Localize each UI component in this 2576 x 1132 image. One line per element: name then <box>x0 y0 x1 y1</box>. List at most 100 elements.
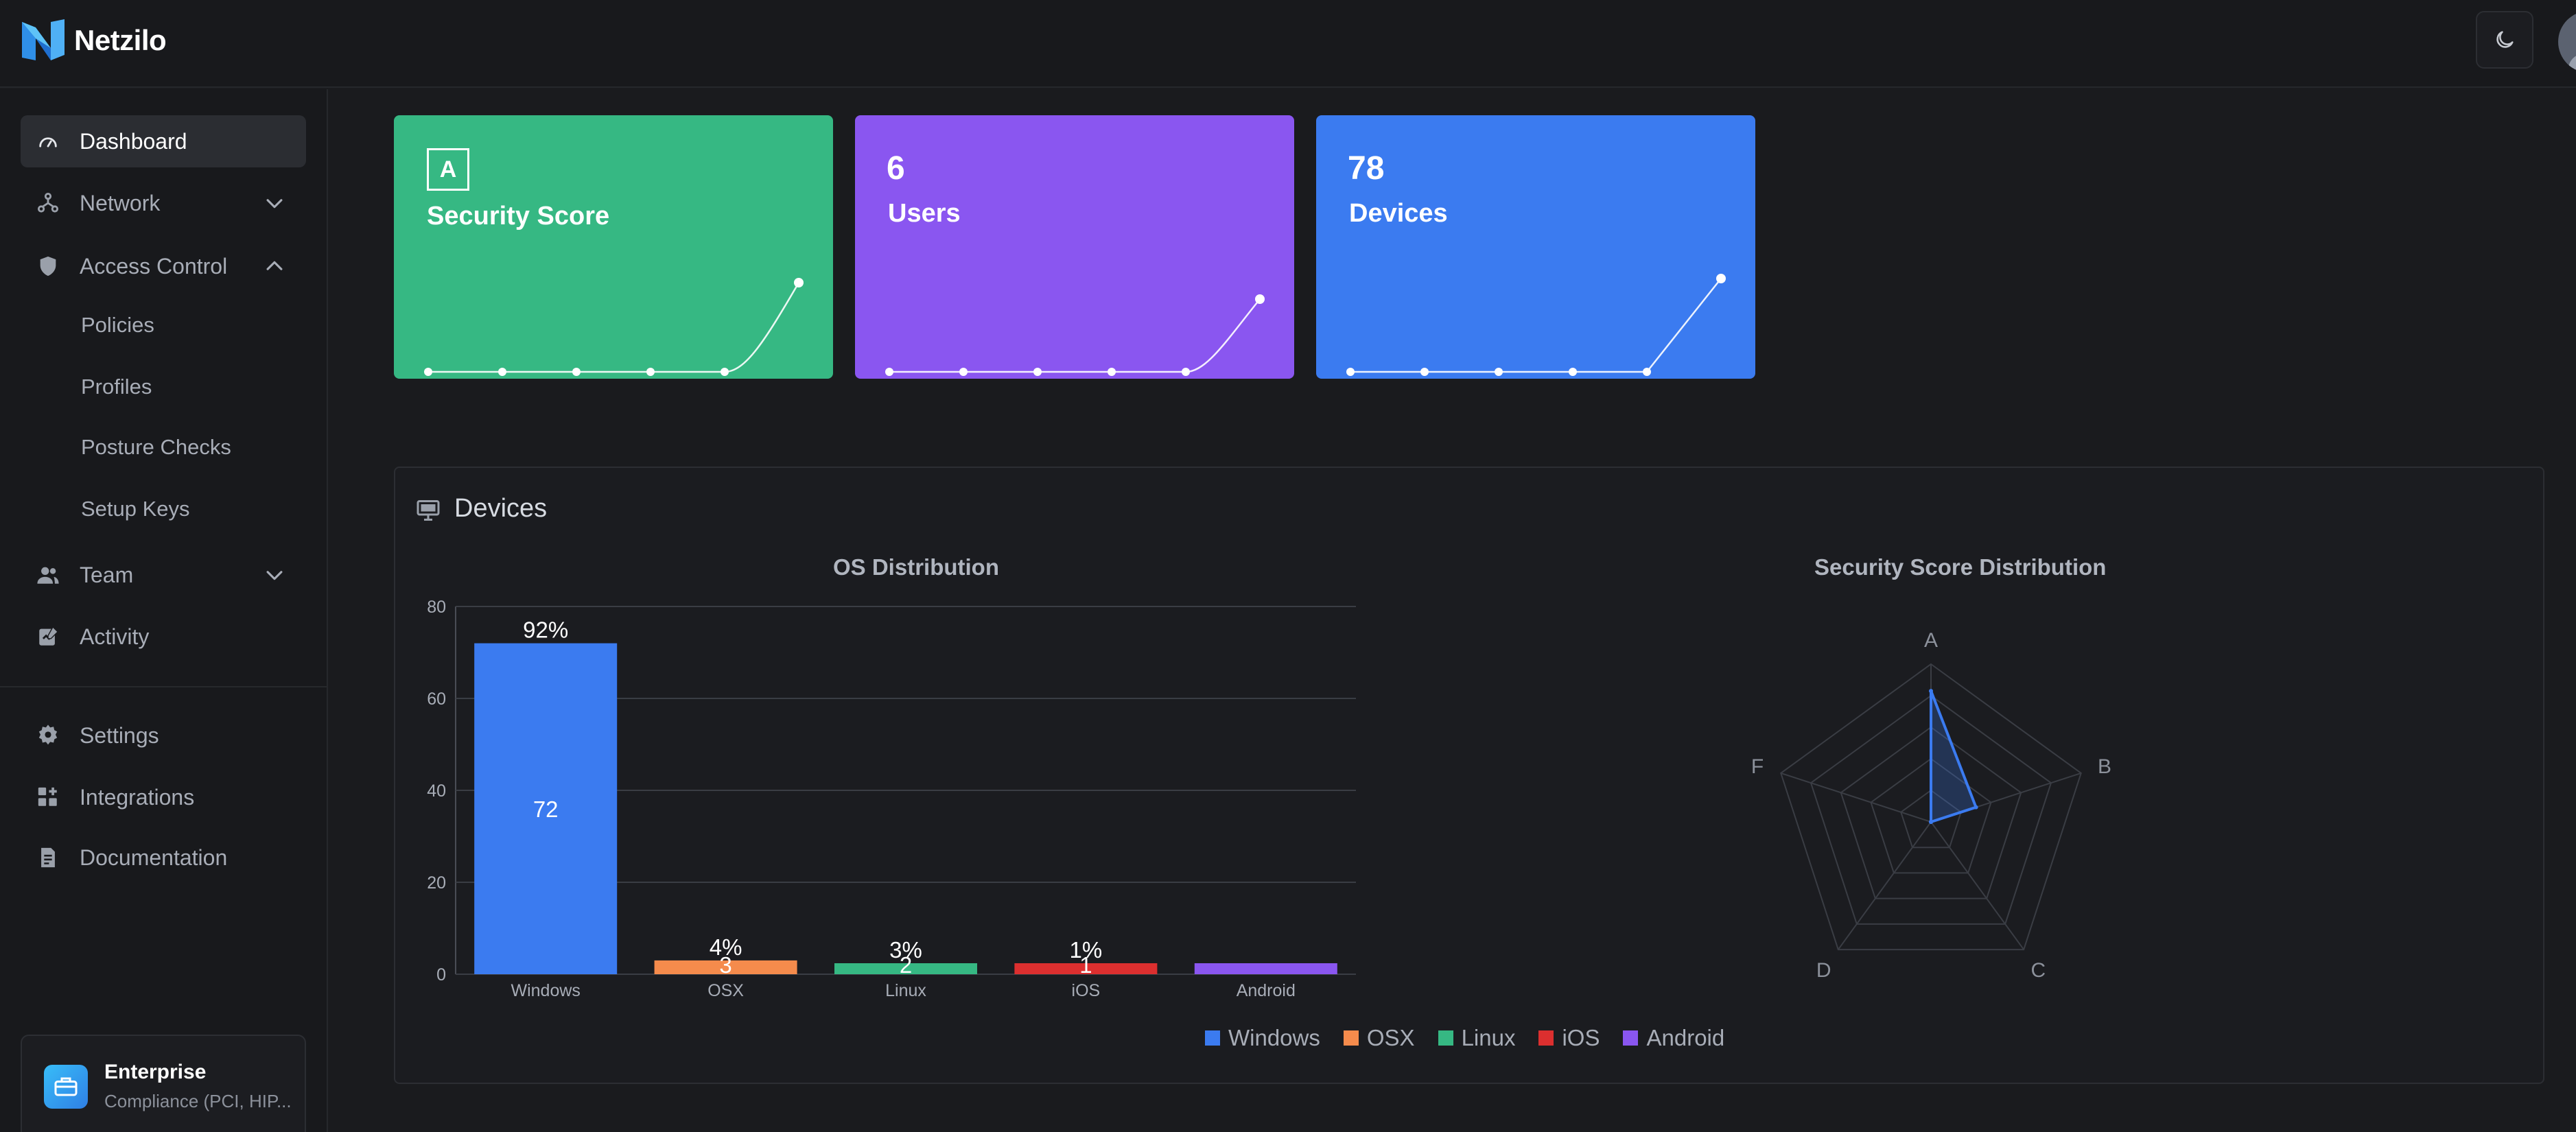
plan-card[interactable]: Enterprise Compliance (PCI, HIP... <box>21 1035 306 1132</box>
y-tick-label: 60 <box>427 689 446 709</box>
document-icon <box>36 845 60 870</box>
x-tick-label: Windows <box>511 981 580 996</box>
os-distribution-chart: 020406080Windows92%72OSX4%3Linux3%2iOS1%… <box>427 598 1356 996</box>
legend-label: iOS <box>1562 1025 1600 1050</box>
y-tick-label: 40 <box>427 781 446 801</box>
users-label: Users <box>888 199 961 228</box>
legend-label: OSX <box>1366 1025 1415 1050</box>
radar-axis-label: B <box>2098 755 2111 778</box>
y-tick-label: 80 <box>427 598 446 617</box>
moon-icon <box>2496 31 2514 48</box>
sidebar-item-label: Access Control <box>80 253 228 279</box>
devices-panel-title: Devices <box>454 494 548 523</box>
theme-toggle-button[interactable] <box>2476 11 2533 69</box>
radar-axis-label: C <box>2031 959 2046 982</box>
briefcase-icon <box>44 1065 88 1109</box>
x-tick-label: iOS <box>1072 981 1101 996</box>
chevron-down-icon[interactable] <box>261 189 288 217</box>
radar-point[interactable] <box>1929 820 1933 824</box>
sidebar-subitem-setup-keys[interactable]: Setup Keys <box>81 497 190 521</box>
sidebar-item-integrations[interactable]: Integrations <box>21 771 306 823</box>
security-score-radar-chart: A B C D F <box>1751 629 2111 982</box>
security-score-label: Security Score <box>427 202 610 231</box>
sidebar-item-team[interactable]: Team <box>21 549 306 601</box>
radar-point[interactable] <box>1974 805 1978 810</box>
radar-axis-label: F <box>1751 755 1764 778</box>
sidebar-item-label: Activity <box>80 624 150 649</box>
security-grade-badge: A <box>427 148 469 191</box>
users-sparkline <box>885 294 1265 376</box>
bar-percent-label: 92% <box>523 617 568 643</box>
legend-swatch <box>1205 1030 1220 1046</box>
security-score-card[interactable]: A Security Score <box>394 115 833 379</box>
gauge-icon <box>36 129 60 154</box>
sidebar-item-label: Settings <box>80 722 159 748</box>
devices-label: Devices <box>1349 199 1448 228</box>
users-card[interactable]: 6 Users <box>855 115 1294 379</box>
legend-item-ios[interactable]: iOS <box>1538 1025 1600 1051</box>
legend-label: Linux <box>1461 1025 1516 1050</box>
netzilo-logo-icon <box>22 19 65 60</box>
sidebar-item-access-control[interactable]: Access Control <box>21 240 306 292</box>
team-icon <box>36 563 60 587</box>
sidebar-item-label: Network <box>80 190 161 215</box>
legend-swatch <box>1623 1030 1639 1046</box>
network-icon <box>36 191 60 215</box>
shield-icon <box>36 254 60 279</box>
legend-label: Windows <box>1228 1025 1320 1050</box>
sidebar-divider <box>0 686 327 687</box>
user-avatar-icon <box>2568 56 2576 73</box>
bar-count-label: 1 <box>1079 952 1092 978</box>
top-bar: Netzilo <box>0 0 2576 88</box>
radar-axis-label: A <box>1924 629 1938 652</box>
radar-spoke <box>1930 821 2024 950</box>
os-legend: Windows OSX Linux iOS Android <box>1205 1025 1748 1051</box>
legend-swatch <box>1343 1030 1359 1046</box>
plan-subtitle: Compliance (PCI, HIP... <box>104 1091 292 1111</box>
bar-android[interactable] <box>1194 963 1337 974</box>
legend-item-osx[interactable]: OSX <box>1343 1025 1415 1051</box>
gear-icon <box>36 723 60 748</box>
sidebar-subitem-posture-checks[interactable]: Posture Checks <box>81 435 231 460</box>
devices-count: 78 <box>1348 150 1385 187</box>
sidebar-item-label: Documentation <box>80 845 228 870</box>
bar-count-label: 72 <box>533 797 559 822</box>
sidebar-item-label: Dashboard <box>80 128 187 154</box>
plan-title: Enterprise <box>104 1061 207 1083</box>
sidebar-item-label: Team <box>80 562 134 587</box>
user-avatar[interactable] <box>2558 11 2576 73</box>
chevron-down-icon[interactable] <box>261 561 288 589</box>
legend-item-windows[interactable]: Windows <box>1205 1025 1320 1051</box>
app-logo[interactable]: Netzilo <box>21 18 167 63</box>
legend-item-android[interactable]: Android <box>1623 1025 1724 1051</box>
monitor-icon <box>417 500 440 521</box>
sidebar-item-network[interactable]: Network <box>21 177 306 229</box>
legend-swatch <box>1438 1030 1453 1046</box>
sidebar-item-settings[interactable]: Settings <box>21 709 306 762</box>
y-tick-label: 20 <box>427 873 446 893</box>
bar-count-label: 3 <box>719 952 731 978</box>
sidebar-item-dashboard[interactable]: Dashboard <box>21 115 306 167</box>
sidebar-item-label: Integrations <box>80 784 195 810</box>
sidebar-item-activity[interactable]: Activity <box>21 611 306 663</box>
radar-series-area[interactable] <box>1930 689 1978 823</box>
devices-card[interactable]: 78 Devices <box>1316 115 1755 379</box>
x-tick-label: Android <box>1237 981 1296 996</box>
sidebar-subitem-profiles[interactable]: Profiles <box>81 375 152 399</box>
x-tick-label: OSX <box>707 981 744 996</box>
x-tick-label: Linux <box>885 981 926 996</box>
devices-panel: Devices OS Distribution Security Score D… <box>394 467 2544 1084</box>
app-name: Netzilo <box>74 24 167 56</box>
sidebar-subitem-policies[interactable]: Policies <box>81 313 154 338</box>
chevron-up-icon[interactable] <box>261 252 288 280</box>
radar-spoke <box>1838 821 1932 950</box>
integrations-icon <box>36 785 60 810</box>
radar-point[interactable] <box>1929 689 1933 694</box>
y-tick-label: 0 <box>436 965 446 984</box>
legend-label: Android <box>1646 1025 1725 1050</box>
legend-swatch <box>1538 1030 1554 1046</box>
sidebar-item-documentation[interactable]: Documentation <box>21 832 306 884</box>
activity-icon <box>36 624 60 649</box>
radar-spoke <box>1780 772 1932 823</box>
legend-item-linux[interactable]: Linux <box>1438 1025 1516 1051</box>
